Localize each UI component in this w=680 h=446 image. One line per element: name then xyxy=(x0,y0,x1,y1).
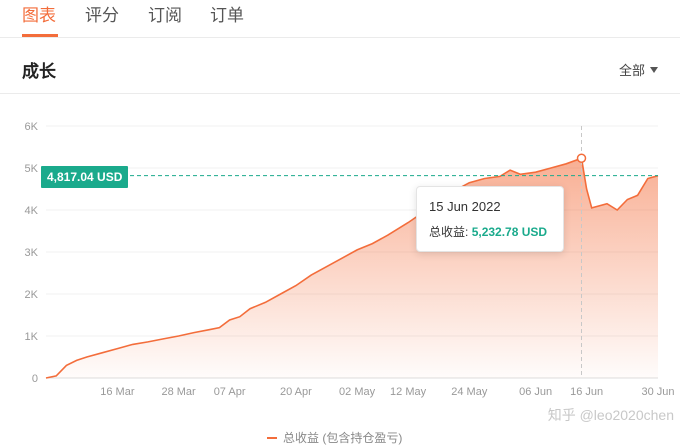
growth-chart[interactable]: 0 1K 2K 3K 4K 5K 6K 16 Mar 28 Mar 07 Apr 20 Apr 02… xyxy=(0,94,680,429)
x-tick-label: 28 Mar xyxy=(161,386,196,398)
tooltip-label: 总收益: xyxy=(429,225,469,239)
x-tick-label: 02 May xyxy=(339,386,376,398)
y-tick-label: 2K xyxy=(25,289,39,301)
legend-line-marker xyxy=(267,436,277,439)
x-tick-label: 12 May xyxy=(390,386,427,398)
tooltip-date: 15 Jun 2022 xyxy=(429,199,501,214)
y-tick-label: 4K xyxy=(25,205,39,217)
section-header: 成长 全部 xyxy=(0,38,680,94)
chart-legend[interactable]: 总收益 (包含持仓盈亏) xyxy=(267,429,402,446)
x-tick-label: 16 Jun xyxy=(570,386,603,398)
tab-subscriptions[interactable]: 订阅 xyxy=(148,1,182,26)
tab-orders[interactable]: 订单 xyxy=(210,1,244,26)
range-filter-dropdown[interactable]: 全部 xyxy=(619,60,658,79)
x-tick-label: 24 May xyxy=(451,386,488,398)
tab-charts[interactable]: 图表 xyxy=(22,1,56,26)
tab-ratings[interactable]: 评分 xyxy=(85,1,119,26)
chart-tooltip: 15 Jun 2022 总收益: 5,232.78 USD xyxy=(416,186,564,252)
x-tick-label: 06 Jun xyxy=(519,386,552,398)
x-tick-label: 30 Jun xyxy=(641,386,674,398)
y-tick-label: 1K xyxy=(25,331,39,343)
tab-bar: 图表 评分 订阅 订单 xyxy=(0,0,680,38)
x-tick-label: 20 Apr xyxy=(280,386,312,398)
active-tab-indicator xyxy=(22,34,58,37)
y-tick-label: 0 xyxy=(32,373,38,385)
watermark: 知乎 @leo2020chen xyxy=(547,407,674,423)
range-filter-label: 全部 xyxy=(618,63,645,78)
x-tick-label: 07 Apr xyxy=(214,386,246,398)
y-tick-label: 3K xyxy=(25,247,39,259)
x-axis-labels: 16 Mar 28 Mar 07 Apr 20 Apr 02 May 12 May 24 M… xyxy=(100,386,674,398)
tooltip-row: 总收益: 5,232.78 USD xyxy=(429,223,551,240)
y-axis-labels: 0 1K 2K 3K 4K 5K 6K xyxy=(25,121,39,385)
section-title: 成长 xyxy=(22,62,56,81)
legend-label: 总收益 (包含持仓盈亏) xyxy=(283,431,403,445)
y-tick-label: 5K xyxy=(25,163,39,175)
caret-down-icon xyxy=(650,66,658,73)
series-area xyxy=(46,158,658,378)
x-tick-label: 16 Mar xyxy=(100,386,135,398)
reference-value-badge: 4,817.04 USD xyxy=(41,166,129,188)
tooltip-value: 5,232.78 USD xyxy=(471,225,548,239)
hover-data-point[interactable] xyxy=(576,153,587,163)
y-tick-label: 6K xyxy=(25,121,39,133)
